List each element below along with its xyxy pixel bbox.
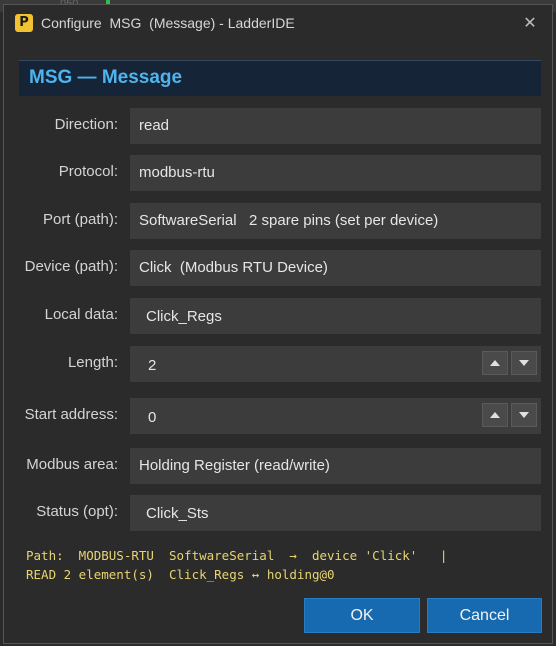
device-value: Click (Modbus RTU Device) [139,259,328,276]
status-label: Status (opt): [36,503,118,520]
modbus-area-value: Holding Register (read/write) [139,457,330,474]
length-label: Length: [67,354,118,371]
status-input[interactable]: Click_Sts [130,495,541,531]
device-label: Device (path): [24,258,118,275]
header-title: MSG — Message [29,67,183,88]
local-data-input[interactable]: Click_Regs [130,298,541,334]
start-address-value: 0 [148,409,157,426]
path-summary: Path: MODBUS-RTU SoftwareSerial → device… [26,546,447,584]
cancel-button[interactable]: Cancel [427,598,542,633]
summary-line-2: READ 2 element(s) Click_Regs ↔ holding@0 [26,567,335,582]
direction-label: Direction: [54,116,118,133]
arrow-down-icon [519,412,529,418]
arrow-up-icon [490,360,500,366]
title-bar[interactable]: P Configure MSG (Message) - LadderIDE ✕ [4,5,552,43]
start-address-label: Start address: [24,406,118,423]
local-data-row: Local data: Click_Regs [4,298,554,334]
protocol-row: Protocol: modbus-rtu [4,155,554,191]
direction-select[interactable]: read [130,108,541,144]
length-decrement-button[interactable] [511,351,537,375]
modbus-area-label: Modbus area: [26,456,118,473]
start-address-row: Start address: 0 [4,398,554,434]
arrow-up-icon [490,412,500,418]
protocol-select[interactable]: modbus-rtu [130,155,541,191]
port-row: Port (path): SoftwareSerial 2 spare pins… [4,203,554,239]
direction-value: read [139,117,170,134]
arrow-down-icon [519,360,529,366]
start-address-decrement-button[interactable] [511,403,537,427]
status-value: Click_Sts [146,505,209,522]
ok-button[interactable]: OK [304,598,420,633]
length-row: Length: 2 [4,346,554,382]
dialog-header: MSG — Message [19,60,541,96]
local-data-value: Click_Regs [146,308,222,325]
device-row: Device (path): Click (Modbus RTU Device) [4,250,554,286]
start-address-stepper[interactable]: 0 [130,398,541,434]
device-select[interactable]: Click (Modbus RTU Device) [130,250,541,286]
summary-line-1: Path: MODBUS-RTU SoftwareSerial → device… [26,548,448,563]
window-title: Configure MSG (Message) - LadderIDE [41,15,295,31]
modbus-area-select[interactable]: Holding Register (read/write) [130,448,541,484]
modbus-area-row: Modbus area: Holding Register (read/writ… [4,448,554,484]
length-increment-button[interactable] [482,351,508,375]
start-address-increment-button[interactable] [482,403,508,427]
direction-row: Direction: read [4,108,554,144]
protocol-value: modbus-rtu [139,164,215,181]
length-value: 2 [148,357,157,374]
port-label: Port (path): [42,211,118,228]
local-data-label: Local data: [44,306,118,323]
close-icon[interactable]: ✕ [518,11,542,35]
status-row: Status (opt): Click_Sts [4,495,554,531]
port-value: SoftwareSerial 2 spare pins (set per dev… [139,212,439,229]
ladderide-app-icon: P [15,14,33,32]
port-select[interactable]: SoftwareSerial 2 spare pins (set per dev… [130,203,541,239]
length-stepper[interactable]: 2 [130,346,541,382]
protocol-label: Protocol: [58,163,118,180]
configure-msg-dialog: P Configure MSG (Message) - LadderIDE ✕ … [3,4,553,644]
